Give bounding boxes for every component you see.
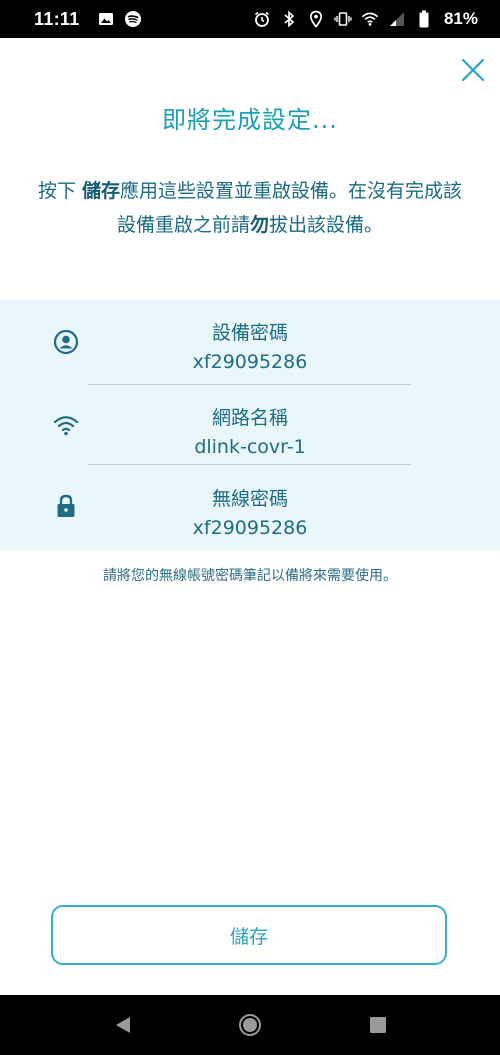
device-password-row: 設備密碼 xf29095286 — [0, 300, 500, 380]
save-button[interactable]: 儲存 — [51, 905, 447, 965]
bluetooth-icon — [280, 10, 298, 28]
wireless-password-label: 無線密碼 — [211, 488, 288, 510]
vibrate-icon — [334, 10, 352, 28]
description-bold-do-not: 勿 — [249, 214, 269, 236]
description-suffix: 拔出該設備。 — [269, 214, 384, 236]
status-bar-left: 11:11 — [34, 9, 142, 30]
recents-button[interactable] — [363, 1010, 393, 1040]
description-bold-save: 儲存 — [82, 180, 121, 202]
alarm-icon — [253, 10, 271, 28]
spotify-icon — [124, 10, 142, 28]
home-button[interactable] — [235, 1010, 265, 1040]
note-text: 請將您的無線帳號密碼筆記以備將來需要使用。 — [103, 568, 397, 584]
status-time: 11:11 — [34, 8, 80, 29]
close-icon — [461, 58, 485, 82]
recents-icon — [370, 1017, 386, 1033]
close-button[interactable] — [458, 55, 488, 85]
signal-icon — [388, 10, 406, 28]
network-name-label: 網路名稱 — [211, 407, 288, 429]
battery-percent: 81% — [443, 9, 478, 28]
network-name-value: dlink-covr-1 — [194, 436, 306, 458]
back-button[interactable] — [108, 1010, 138, 1040]
wireless-password-row: 無線密碼 xf29095286 — [0, 466, 500, 546]
status-bar-right: 81% — [253, 9, 478, 29]
wireless-password-value: xf29095286 — [192, 517, 308, 539]
description-prefix: 按下 — [37, 180, 82, 202]
device-password-label: 設備密碼 — [211, 322, 288, 344]
back-icon — [116, 1017, 130, 1033]
home-icon — [239, 1014, 261, 1036]
battery-icon — [415, 10, 433, 28]
page-title: 即將完成設定... — [162, 106, 338, 134]
location-icon — [307, 10, 325, 28]
settings-summary-panel: 設備密碼 xf29095286 網路名稱 dlink-covr-1 無線密碼 x… — [0, 300, 500, 550]
status-bar: 11:11 81% — [0, 0, 500, 38]
page-description: 按下 儲存應用這些設置並重啟設備。在沒有完成該設備重啟之前請勿拔出該設備。 — [30, 174, 470, 242]
image-icon — [97, 10, 115, 28]
navigation-bar — [0, 995, 500, 1055]
network-name-row: 網路名稱 dlink-covr-1 — [0, 385, 500, 465]
wifi-icon — [361, 10, 379, 28]
save-button-label: 儲存 — [229, 925, 268, 948]
divider — [88, 464, 411, 465]
device-password-value: xf29095286 — [192, 351, 308, 373]
